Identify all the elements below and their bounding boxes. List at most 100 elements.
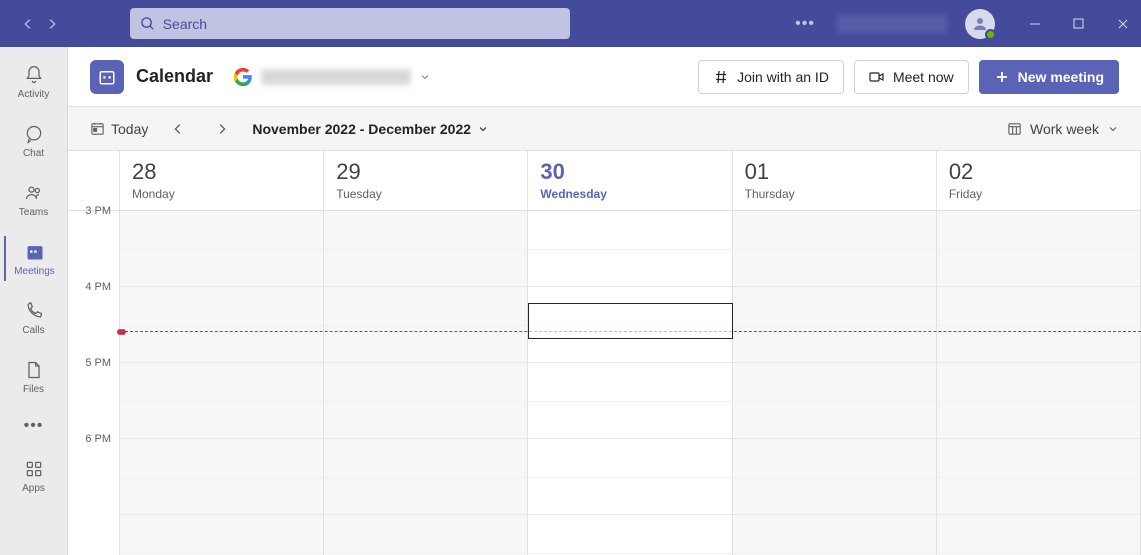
time-slot[interactable] xyxy=(324,363,527,439)
day-number: 30 xyxy=(540,159,719,185)
time-slot[interactable] xyxy=(120,439,323,515)
today-icon xyxy=(90,121,105,136)
time-slot[interactable] xyxy=(324,515,527,555)
day-column[interactable]: 01 Thursday xyxy=(733,151,937,555)
day-column[interactable]: 29Tuesday xyxy=(324,151,528,555)
sidebar-label: Activity xyxy=(18,89,50,100)
time-gutter: 3 PM4 PM5 PM6 PM xyxy=(68,151,120,555)
time-slot[interactable] xyxy=(937,287,1140,363)
day-number: 01 xyxy=(745,159,924,185)
time-slot[interactable] xyxy=(120,515,323,555)
plus-icon xyxy=(994,69,1010,85)
view-picker[interactable]: Work week xyxy=(1007,121,1119,137)
minimize-button[interactable] xyxy=(1025,14,1045,34)
more-options[interactable]: ••• xyxy=(791,15,819,33)
sidebar-label: Teams xyxy=(19,207,48,218)
sidebar-item-calls[interactable]: Calls xyxy=(5,295,63,340)
sidebar-item-files[interactable]: Files xyxy=(5,354,63,399)
sidebar-item-teams[interactable]: Teams xyxy=(5,177,63,222)
time-slot[interactable] xyxy=(733,363,936,439)
time-label: 5 PM xyxy=(85,357,111,369)
day-header[interactable]: 02 Friday xyxy=(937,151,1140,211)
prev-range-button[interactable] xyxy=(164,115,192,143)
time-slot[interactable] xyxy=(937,211,1140,287)
google-icon xyxy=(233,67,253,87)
time-slot[interactable] xyxy=(937,363,1140,439)
day-header[interactable]: 29Tuesday xyxy=(324,151,527,211)
time-slot[interactable] xyxy=(324,211,527,287)
day-name: Friday xyxy=(949,187,1128,201)
time-slot[interactable] xyxy=(528,439,731,515)
time-slot[interactable] xyxy=(324,287,527,363)
sidebar-label: Meetings xyxy=(14,266,55,277)
history-forward[interactable] xyxy=(40,12,64,36)
time-slot[interactable] xyxy=(528,515,731,555)
day-name: Monday xyxy=(132,187,311,201)
sidebar-item-chat[interactable]: Chat xyxy=(5,118,63,163)
user-name-redacted xyxy=(837,15,947,33)
sidebar-more[interactable]: ••• xyxy=(24,417,44,435)
new-meeting-button[interactable]: New meeting xyxy=(979,60,1119,94)
meet-now-button[interactable]: Meet now xyxy=(854,60,969,94)
join-with-id-button[interactable]: Join with an ID xyxy=(698,60,844,94)
range-label-text: November 2022 - December 2022 xyxy=(252,121,471,137)
time-slot[interactable] xyxy=(324,439,527,515)
next-range-button[interactable] xyxy=(208,115,236,143)
time-slot[interactable] xyxy=(528,363,731,439)
time-slot[interactable] xyxy=(937,439,1140,515)
sidebar-item-apps[interactable]: Apps xyxy=(5,453,63,498)
day-number: 28 xyxy=(132,159,311,185)
google-account-picker[interactable] xyxy=(233,67,431,87)
today-button[interactable]: Today xyxy=(90,121,148,137)
time-slot[interactable] xyxy=(733,211,936,287)
presence-available-icon xyxy=(985,29,996,40)
day-column[interactable]: 30 Wednesday xyxy=(528,151,732,555)
hash-icon xyxy=(713,69,729,85)
page-header: Calendar Join with an ID Meet now New me… xyxy=(68,47,1141,107)
sidebar-item-meetings[interactable]: Meetings xyxy=(4,236,62,281)
view-label: Work week xyxy=(1030,121,1099,137)
search-box[interactable] xyxy=(130,8,570,39)
calendar-icon xyxy=(23,240,47,264)
day-header[interactable]: 01 Thursday xyxy=(733,151,936,211)
page-title: Calendar xyxy=(136,66,213,87)
day-header[interactable]: 30 Wednesday xyxy=(528,151,731,211)
titlebar: ••• xyxy=(0,0,1141,47)
time-slot[interactable] xyxy=(733,439,936,515)
time-slot[interactable] xyxy=(120,211,323,287)
avatar[interactable] xyxy=(965,9,995,39)
chevron-down-icon xyxy=(419,71,431,83)
search-input[interactable] xyxy=(163,16,560,32)
apps-icon xyxy=(22,457,46,481)
button-label: Join with an ID xyxy=(737,69,829,85)
calendar-badge-icon xyxy=(90,60,124,94)
time-slot[interactable] xyxy=(733,515,936,555)
day-name: Thursday xyxy=(745,187,924,201)
day-number: 02 xyxy=(949,159,1128,185)
file-icon xyxy=(22,358,46,382)
time-label: 6 PM xyxy=(85,433,111,445)
history-back[interactable] xyxy=(16,12,40,36)
close-button[interactable] xyxy=(1113,14,1133,34)
account-email-redacted xyxy=(261,69,411,85)
time-label: 3 PM xyxy=(85,205,111,217)
button-label: New meeting xyxy=(1018,69,1104,85)
maximize-button[interactable] xyxy=(1069,14,1089,34)
sidebar-item-activity[interactable]: Activity xyxy=(5,59,63,104)
sidebar: Activity Chat Teams Meetings Calls Files… xyxy=(0,47,68,555)
time-slot[interactable] xyxy=(528,211,731,287)
view-icon xyxy=(1007,121,1022,136)
time-slot[interactable] xyxy=(937,515,1140,555)
day-name: Wednesday xyxy=(540,187,719,201)
day-name: Tuesday xyxy=(336,187,515,201)
day-column[interactable]: 28 Monday xyxy=(120,151,324,555)
selection-box[interactable] xyxy=(528,303,732,339)
search-icon xyxy=(140,16,155,31)
time-slot[interactable] xyxy=(120,287,323,363)
date-range-picker[interactable]: November 2022 - December 2022 xyxy=(252,121,489,137)
day-header[interactable]: 28 Monday xyxy=(120,151,323,211)
time-slot[interactable] xyxy=(733,287,936,363)
phone-icon xyxy=(22,299,46,323)
time-slot[interactable] xyxy=(120,363,323,439)
day-column[interactable]: 02 Friday xyxy=(937,151,1141,555)
